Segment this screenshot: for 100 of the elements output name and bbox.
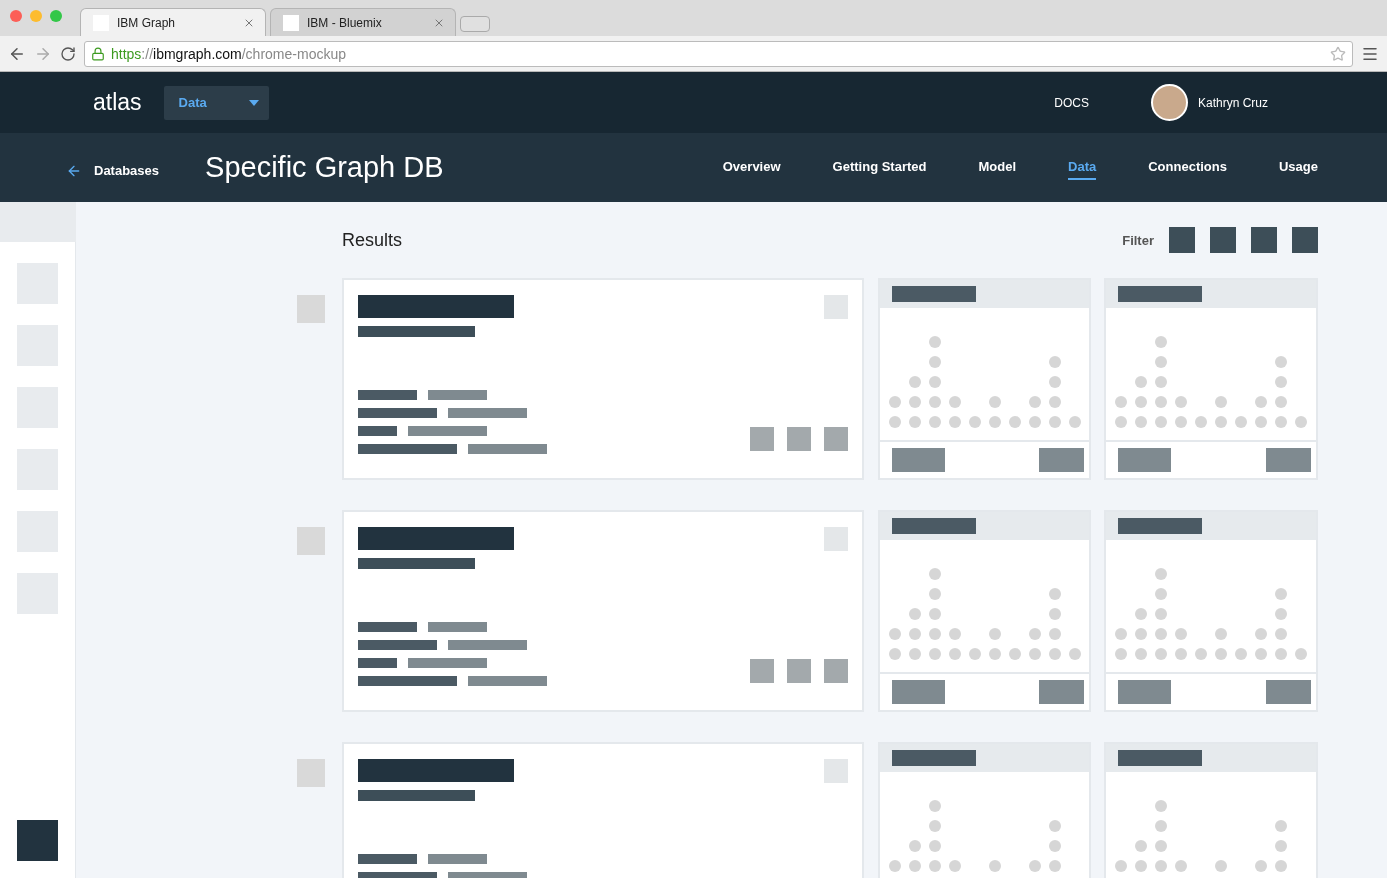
plot-dot	[1048, 628, 1061, 640]
plot-dot	[1135, 840, 1147, 852]
plot-dot	[948, 628, 961, 640]
window-close-button[interactable]	[10, 10, 22, 22]
plot-dot	[928, 376, 941, 388]
plot-dot	[1155, 356, 1167, 368]
label-placeholder	[358, 390, 417, 400]
nav-tab[interactable]: Overview	[722, 155, 781, 180]
plot-dot	[1135, 648, 1147, 660]
plot-dot	[888, 860, 901, 872]
plot-dot	[1028, 860, 1041, 872]
plot-dot	[1175, 648, 1187, 660]
footer-placeholder	[1118, 448, 1171, 472]
plot-dot	[1028, 648, 1041, 660]
plot-dot	[1048, 588, 1061, 600]
plot-dot	[1275, 416, 1287, 428]
plot-dot	[1048, 396, 1061, 408]
action-placeholder[interactable]	[787, 659, 811, 683]
plot-dot	[908, 860, 921, 872]
address-field[interactable]: https://ibmgraph.com/chrome-mockup	[84, 40, 1353, 67]
plot-dot	[908, 416, 921, 428]
plot-dot	[1135, 860, 1147, 872]
plot-dot	[1235, 648, 1247, 660]
footer-placeholder	[1039, 448, 1084, 472]
plot-dot	[1255, 648, 1267, 660]
action-placeholder[interactable]	[750, 427, 774, 451]
footer-placeholder	[1266, 680, 1311, 704]
filter-option-placeholder[interactable]	[1169, 227, 1195, 253]
plot-dot	[1048, 376, 1061, 388]
plot-dot	[1155, 608, 1167, 620]
plot-dot	[1255, 628, 1267, 640]
plot-dot	[1028, 416, 1041, 428]
browser-tab[interactable]: IBM - Bluemix	[270, 8, 456, 36]
plot-dot	[1255, 416, 1267, 428]
plot-dot	[888, 396, 901, 408]
plot-dot	[928, 840, 941, 852]
nav-tab[interactable]: Connections	[1148, 155, 1227, 180]
plot-dot	[1215, 860, 1227, 872]
plot-dot	[1048, 608, 1061, 620]
bookmark-star-icon[interactable]	[1330, 45, 1346, 62]
back-link-label[interactable]: Databases	[94, 163, 160, 178]
reload-button[interactable]	[60, 45, 76, 62]
checkbox-placeholder[interactable]	[297, 527, 325, 555]
plot-dot	[1048, 860, 1061, 872]
plot-dot	[1155, 336, 1167, 348]
plot-dot	[1175, 416, 1187, 428]
browser-tab[interactable]: IBM Graph	[80, 8, 266, 36]
back-link[interactable]: Databases	[66, 162, 160, 179]
avatar[interactable]	[1150, 84, 1188, 121]
label-placeholder	[358, 854, 417, 864]
checkbox-placeholder[interactable]	[297, 295, 325, 323]
plot-dot	[988, 628, 1001, 640]
plot-dot	[908, 840, 921, 852]
plot-dot	[888, 648, 901, 660]
plot-dot	[948, 396, 961, 408]
action-placeholder[interactable]	[824, 427, 848, 451]
plot-dot	[1155, 648, 1167, 660]
plot-dot	[988, 396, 1001, 408]
filter-option-placeholder[interactable]	[1292, 227, 1318, 253]
checkbox-placeholder[interactable]	[297, 759, 325, 787]
footer-placeholder	[1266, 448, 1311, 472]
plot-dot	[1155, 416, 1167, 428]
plot-dot	[988, 648, 1001, 660]
plot-dot	[1155, 588, 1167, 600]
plot-dot	[888, 416, 901, 428]
plot-dot	[1155, 860, 1167, 872]
filter-option-placeholder[interactable]	[1210, 227, 1236, 253]
nav-tab[interactable]: Model	[978, 155, 1017, 180]
user-name[interactable]: Kathryn Cruz	[1197, 95, 1268, 110]
plot-dot	[928, 648, 941, 660]
plot-dot	[1275, 648, 1287, 660]
action-placeholder[interactable]	[750, 659, 774, 683]
window-minimize-button[interactable]	[30, 10, 42, 22]
action-placeholder[interactable]	[787, 427, 811, 451]
plot-dot	[1215, 416, 1227, 428]
plot-dot	[1115, 416, 1127, 428]
plot-dot	[1135, 608, 1147, 620]
plot-dot	[1295, 416, 1307, 428]
plot-dot	[928, 820, 941, 832]
plot-dot	[1155, 376, 1167, 388]
nav-tab[interactable]: Getting Started	[832, 155, 927, 180]
sidebar-icon-placeholder[interactable]	[17, 820, 58, 861]
plot-dot	[1048, 648, 1061, 660]
section-dropdown[interactable]: Data	[163, 85, 269, 120]
plot-dot	[908, 648, 921, 660]
window-zoom-button[interactable]	[50, 10, 62, 22]
nav-tab[interactable]: Usage	[1278, 155, 1318, 180]
nav-tab[interactable]: Data	[1068, 155, 1097, 180]
favicon-placeholder	[283, 14, 299, 31]
docs-link[interactable]: DOCS	[1054, 95, 1089, 110]
filter-label: Filter	[1122, 232, 1154, 248]
plot-dot	[928, 396, 941, 408]
action-placeholder[interactable]	[824, 659, 848, 683]
url-text: https://ibmgraph.com/chrome-mockup	[111, 45, 347, 62]
plot-dot	[1215, 628, 1227, 640]
filter-option-placeholder[interactable]	[1251, 227, 1277, 253]
new-tab-button[interactable]	[460, 16, 490, 32]
page-title: Specific Graph DB	[205, 151, 444, 184]
plot-dot	[1235, 416, 1247, 428]
plot-dot	[1275, 628, 1287, 640]
